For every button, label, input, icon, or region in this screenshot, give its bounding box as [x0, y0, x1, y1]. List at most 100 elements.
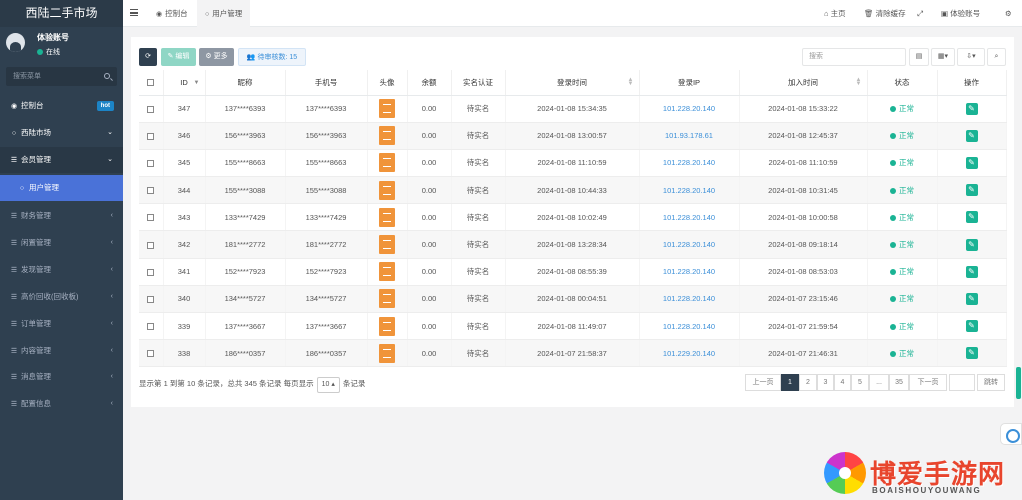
edit-row-button[interactable]: ✎ [965, 292, 978, 305]
row-checkbox[interactable] [139, 149, 164, 178]
sidebar-item-user-management[interactable]: ○ 用户管理 [0, 175, 123, 201]
edit-row-button[interactable]: ✎ [965, 265, 978, 278]
table-row[interactable]: 342 181****2772 181****2772 0.00 待实名 2024-01-… [139, 230, 1007, 259]
pending-count-badge[interactable]: 👥 待审核数: 15 [238, 48, 306, 66]
row-checkbox[interactable] [139, 339, 164, 368]
row-checkbox[interactable] [139, 122, 164, 150]
sidebar-item-config[interactable]: ☰ 配置信息 ‹ [0, 391, 123, 417]
sidebar-item-members[interactable]: ☰ 会员管理 ⌄ [0, 147, 123, 173]
sidebar-item-market[interactable]: ○ 西陆市场 ⌄ [0, 120, 123, 146]
cell-login-time: 2024-01-07 21:58:37 [505, 339, 640, 368]
jump-button[interactable]: 跳转 [977, 374, 1005, 391]
floating-help-button[interactable] [1000, 423, 1022, 445]
next-page-button[interactable]: 下一页 [909, 374, 947, 391]
tab-user-management[interactable]: ○ 用户管理 [197, 0, 251, 27]
ip-link[interactable]: 101.228.20.140 [663, 158, 715, 167]
ip-link[interactable]: 101.93.178.61 [665, 131, 713, 140]
page-2-button[interactable]: 2 [799, 374, 817, 391]
select-all-checkbox[interactable] [139, 70, 164, 96]
edit-row-button[interactable]: ✎ [965, 184, 978, 197]
edit-row-button[interactable]: ✎ [965, 347, 978, 360]
table-row[interactable]: 340 134****5727 134****5727 0.00 待实名 2024-01-… [139, 285, 1007, 314]
scrollbar-thumb[interactable] [1016, 367, 1021, 399]
page-5-button[interactable]: 5 [851, 374, 869, 391]
sidebar-item-dashboard[interactable]: ◉ 控制台 hot [0, 93, 123, 119]
sidebar-item-discover[interactable]: ☰ 发现管理 ‹ [0, 257, 123, 283]
fullscreen-icon[interactable]: ⤢ [917, 0, 923, 27]
sidebar-item-orders[interactable]: ☰ 订单管理 ‹ [0, 311, 123, 337]
row-checkbox[interactable] [139, 203, 164, 232]
table-row[interactable]: 343 133****7429 133****7429 0.00 待实名 2024-01-… [139, 203, 1007, 232]
row-checkbox[interactable] [139, 312, 164, 341]
sidebar-item-messages[interactable]: ☰ 消息管理 ‹ [0, 364, 123, 390]
row-checkbox[interactable] [139, 95, 164, 123]
edit-row-button[interactable]: ✎ [965, 320, 978, 333]
clear-cache-link[interactable]: 🗑 清除缓存 [864, 0, 906, 27]
avatar-image-icon[interactable] [379, 343, 395, 363]
table-row[interactable]: 341 152****7923 152****7923 0.00 待实名 2024-01-… [139, 258, 1007, 286]
avatar-image-icon[interactable] [379, 262, 395, 282]
ip-link[interactable]: 101.228.20.140 [663, 240, 715, 249]
table-row[interactable]: 339 137****3667 137****3667 0.00 待实名 2024-01-… [139, 312, 1007, 341]
avatar[interactable] [6, 33, 25, 52]
edit-row-button[interactable]: ✎ [965, 129, 978, 142]
page-3-button[interactable]: 3 [817, 374, 834, 391]
row-checkbox[interactable] [139, 258, 164, 286]
settings-icon[interactable]: ⚙ [1005, 0, 1012, 27]
table-row[interactable]: 347 137****6393 137****6393 0.00 待实名 2024-01-… [139, 95, 1007, 123]
page-1-button[interactable]: 1 [781, 374, 799, 391]
ip-link[interactable]: 101.228.20.140 [663, 322, 715, 331]
table-row[interactable]: 346 156****3963 156****3963 0.00 待实名 2024-01-… [139, 122, 1007, 150]
row-checkbox[interactable] [139, 230, 164, 259]
avatar-image-icon[interactable] [379, 126, 395, 146]
table-row[interactable]: 345 155****8663 155****8663 0.00 待实名 2024-01-… [139, 149, 1007, 178]
search-button[interactable]: ⌕ [987, 48, 1006, 66]
ip-link[interactable]: 101.229.20.140 [663, 349, 715, 358]
sidebar-item-recycle[interactable]: ☰ 高价回收(回收板) ‹ [0, 284, 123, 310]
refresh-button[interactable]: ⟳ [139, 48, 157, 66]
edit-row-button[interactable]: ✎ [965, 156, 978, 169]
edit-button[interactable]: ✎ 编辑 [161, 48, 196, 66]
account-menu[interactable]: ▣ 体验账号 [941, 0, 980, 27]
sidebar-item-content[interactable]: ☰ 内容管理 ‹ [0, 338, 123, 364]
ip-link[interactable]: 101.228.20.140 [663, 104, 715, 113]
prev-page-button[interactable]: 上一页 [745, 374, 781, 391]
jump-page-input[interactable] [949, 374, 975, 391]
table-row[interactable]: 338 186****0357 186****0357 0.00 待实名 2024-01-… [139, 339, 1007, 368]
tab-dashboard[interactable]: ◉ 控制台 [148, 0, 196, 27]
edit-row-button[interactable]: ✎ [965, 238, 978, 251]
columns-button[interactable]: ▦▾ [931, 48, 955, 66]
ip-link[interactable]: 101.228.20.140 [663, 213, 715, 222]
edit-row-button[interactable]: ✎ [965, 102, 978, 115]
col-login-time[interactable]: 登录时间 ▲ ▼ [505, 70, 640, 96]
menu-toggle-icon[interactable] [130, 9, 138, 16]
sidebar-item-idle[interactable]: ☰ 闲置管理 ‹ [0, 230, 123, 256]
col-join-time[interactable]: 加入时间 ▲ ▼ [739, 70, 868, 96]
ip-link[interactable]: 101.228.20.140 [663, 186, 715, 195]
ip-link[interactable]: 101.228.20.140 [663, 294, 715, 303]
edit-row-button[interactable]: ✎ [965, 211, 978, 224]
more-button[interactable]: ⚙ 更多 [199, 48, 234, 66]
avatar-image-icon[interactable] [379, 153, 395, 173]
row-checkbox[interactable] [139, 285, 164, 314]
avatar-image-icon[interactable] [379, 207, 395, 227]
export-button[interactable]: ⇩▾ [957, 48, 985, 66]
sidebar-item-finance[interactable]: ☰ 财务管理 ‹ [0, 203, 123, 229]
avatar-image-icon[interactable] [379, 180, 395, 200]
page-35-button[interactable]: 35 [889, 374, 909, 391]
home-link[interactable]: ⌂ 主页 [824, 0, 846, 27]
avatar-image-icon[interactable] [379, 99, 395, 119]
col-id[interactable]: ID ▼ [163, 70, 206, 96]
table-row[interactable]: 344 155****3088 155****3088 0.00 待实名 2024-01-… [139, 176, 1007, 205]
table-search-input[interactable]: 搜索 [802, 48, 906, 66]
search-icon[interactable] [104, 73, 110, 79]
ip-link[interactable]: 101.228.20.140 [663, 267, 715, 276]
page-4-button[interactable]: 4 [834, 374, 851, 391]
toggle-view-button[interactable]: ▤ [909, 48, 929, 66]
page-size-select[interactable]: 10 ▴ [316, 377, 340, 393]
avatar-image-icon[interactable] [379, 289, 395, 309]
menu-search-input[interactable]: 搜索菜单 [6, 67, 117, 86]
row-checkbox[interactable] [139, 176, 164, 205]
avatar-image-icon[interactable] [379, 235, 395, 255]
avatar-image-icon[interactable] [379, 316, 395, 336]
